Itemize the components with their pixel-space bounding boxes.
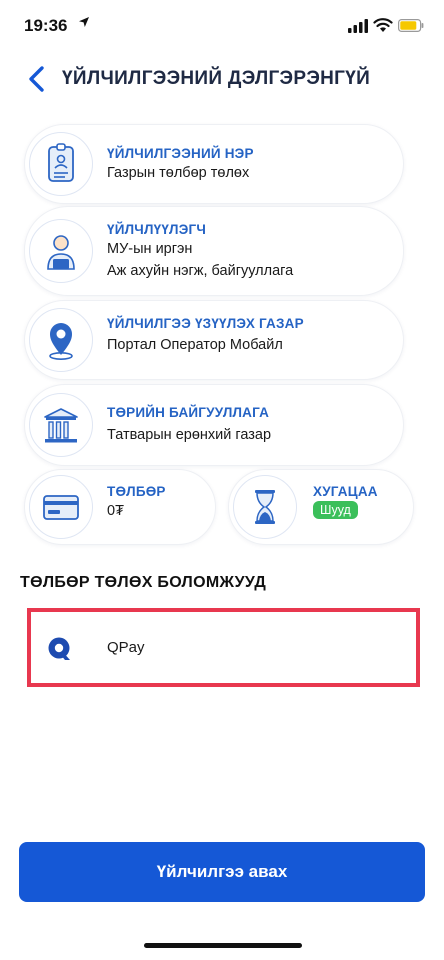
duration-badge: Шууд xyxy=(313,501,358,519)
government-building-icon xyxy=(29,393,93,457)
location-arrow-icon xyxy=(79,17,89,27)
organization-value: Татварын ерөнхий газар xyxy=(107,427,272,443)
get-service-button[interactable]: Үйлчилгээ авах xyxy=(19,842,425,902)
back-button[interactable] xyxy=(22,62,54,96)
cellular-signal-icon xyxy=(348,19,368,33)
organization-card: ТӨРИЙН БАЙГУУЛЛАГА Татварын ерөнхий газа… xyxy=(24,384,404,466)
payment-section-title: ТӨЛБӨР ТӨЛӨХ БОЛОМЖУУД xyxy=(20,574,267,591)
user-icon xyxy=(29,219,93,283)
qpay-label: QPay xyxy=(107,639,145,656)
service-user-card: ҮЙЛЧЛҮҮЛЭГЧ МУ-ын иргэн Аж ахуйн нэгж, б… xyxy=(24,206,404,296)
credit-card-icon xyxy=(29,475,93,539)
wifi-icon xyxy=(373,18,393,32)
duration-title: ХУГАЦАА xyxy=(313,484,378,499)
service-location-title: ҮЙЛЧИЛГЭЭ ҮЗҮҮЛЭХ ГАЗАР xyxy=(107,316,304,331)
service-user-line-1: МУ-ын иргэн xyxy=(107,241,193,257)
fee-value: 0₮ xyxy=(107,503,124,519)
hourglass-icon xyxy=(233,475,297,539)
service-user-title: ҮЙЛЧЛҮҮЛЭГЧ xyxy=(107,222,207,237)
service-location-card: ҮЙЛЧИЛГЭЭ ҮЗҮҮЛЭХ ГАЗАР Портал Оператор … xyxy=(24,300,404,380)
fee-title: ТӨЛБӨР xyxy=(107,484,166,499)
status-bar: 19:36 xyxy=(0,0,444,52)
id-card-icon xyxy=(29,132,93,196)
location-pin-icon xyxy=(29,308,93,372)
service-user-line-2: Аж ахуйн нэгж, байгууллага xyxy=(107,263,294,279)
page-title: ҮЙЛЧИЛГЭЭНИЙ ДЭЛГЭРЭНГҮЙ xyxy=(62,68,371,89)
duration-card: ХУГАЦАА Шууд xyxy=(228,469,414,545)
qpay-logo-icon xyxy=(48,637,70,660)
fee-card: ТӨЛБӨР 0₮ xyxy=(24,469,216,545)
payment-option-qpay[interactable]: QPay xyxy=(27,608,420,687)
service-name-title: ҮЙЛЧИЛГЭЭНИЙ НЭР xyxy=(107,146,254,161)
battery-icon xyxy=(398,19,424,32)
service-name-value: Газрын төлбөр төлөх xyxy=(107,165,250,181)
service-name-card: ҮЙЛЧИЛГЭЭНИЙ НЭР Газрын төлбөр төлөх xyxy=(24,124,404,204)
organization-title: ТӨРИЙН БАЙГУУЛЛАГА xyxy=(107,405,270,420)
status-time: 19:36 xyxy=(24,16,68,35)
home-indicator xyxy=(144,943,302,948)
service-location-value: Портал Оператор Мобайл xyxy=(107,337,283,353)
